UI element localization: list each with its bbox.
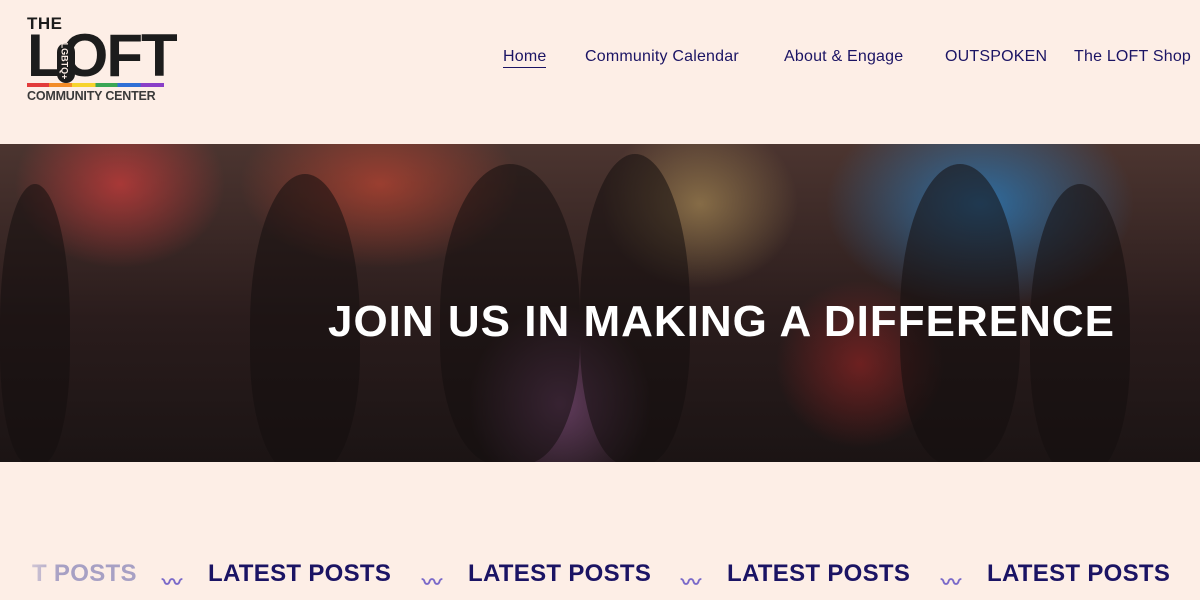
site-header: THE LOFT LGBTQ+ COMMUNITY CENTER Home Co… bbox=[0, 0, 1200, 144]
nav-outspoken[interactable]: OUTSPOKEN bbox=[945, 48, 1047, 66]
wave-icon: 〰 bbox=[941, 572, 961, 594]
wave-icon: 〰 bbox=[162, 572, 182, 594]
marquee-fade bbox=[0, 560, 60, 594]
hero-title: JOIN US IN MAKING A DIFFERENCE bbox=[327, 297, 1115, 347]
nav-about-engage[interactable]: About & Engage bbox=[784, 48, 903, 66]
wave-icon: 〰 bbox=[681, 572, 701, 594]
logo-rainbow-bar bbox=[27, 83, 164, 87]
latest-posts-label: LATEST POSTS bbox=[468, 560, 652, 587]
wave-icon: 〰 bbox=[422, 572, 442, 594]
latest-posts-label: LATEST POSTS bbox=[727, 560, 911, 587]
hero-banner: JOIN US IN MAKING A DIFFERENCE bbox=[0, 144, 1200, 462]
latest-posts-label: LATEST POSTS bbox=[208, 560, 392, 587]
latest-posts-label: LATEST POSTS bbox=[987, 560, 1171, 587]
main-nav: Home Community Calendar About & Engage O… bbox=[0, 48, 1200, 72]
nav-loft-shop[interactable]: The LOFT Shop bbox=[1074, 48, 1191, 66]
nav-home[interactable]: Home bbox=[503, 48, 547, 68]
nav-community-calendar[interactable]: Community Calendar bbox=[585, 48, 739, 66]
logo-subtitle: COMMUNITY CENTER bbox=[27, 89, 156, 103]
latest-posts-marquee: T POSTS 〰 LATEST POSTS 〰 LATEST POSTS 〰 … bbox=[0, 560, 1200, 594]
